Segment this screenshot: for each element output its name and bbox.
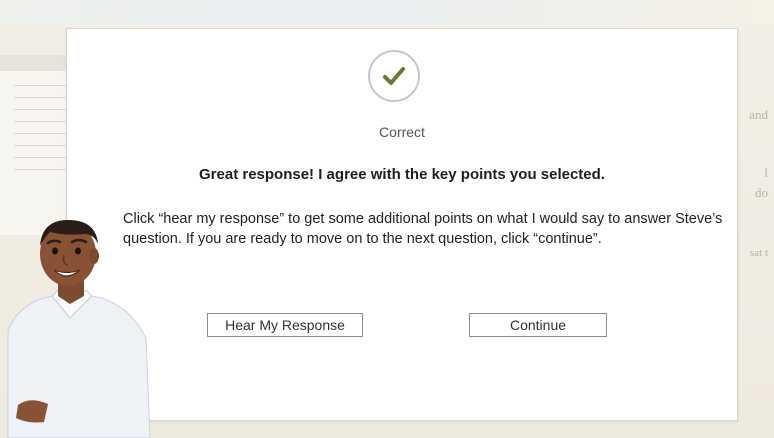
check-icon [368, 50, 420, 102]
background-side-text: l [764, 165, 768, 180]
check-icon-glyph [383, 67, 405, 85]
background-document-line [14, 145, 66, 146]
status-label: Correct [379, 124, 425, 140]
hear-my-response-button[interactable]: Hear My Response [207, 313, 363, 337]
continue-button[interactable]: Continue [469, 313, 607, 337]
background-top-band [0, 0, 774, 24]
background-side-text: sat t [749, 247, 768, 259]
character-illustration [7, 220, 151, 438]
background-document-line [14, 109, 66, 110]
feedback-body: Click “hear my response” to get some add… [123, 211, 723, 247]
background-document-line [14, 121, 66, 122]
background-document-line [14, 97, 66, 98]
background-document-line [14, 133, 66, 134]
background-document-line [14, 169, 66, 170]
feedback-dialog: Correct Great response! I agree with the… [66, 28, 738, 421]
background-side-text: do [755, 185, 768, 200]
background-side-text: and [749, 107, 768, 122]
background-document-line [14, 85, 66, 86]
background-document-line [14, 157, 66, 158]
feedback-headline: Great response! I agree with the key poi… [199, 166, 605, 183]
